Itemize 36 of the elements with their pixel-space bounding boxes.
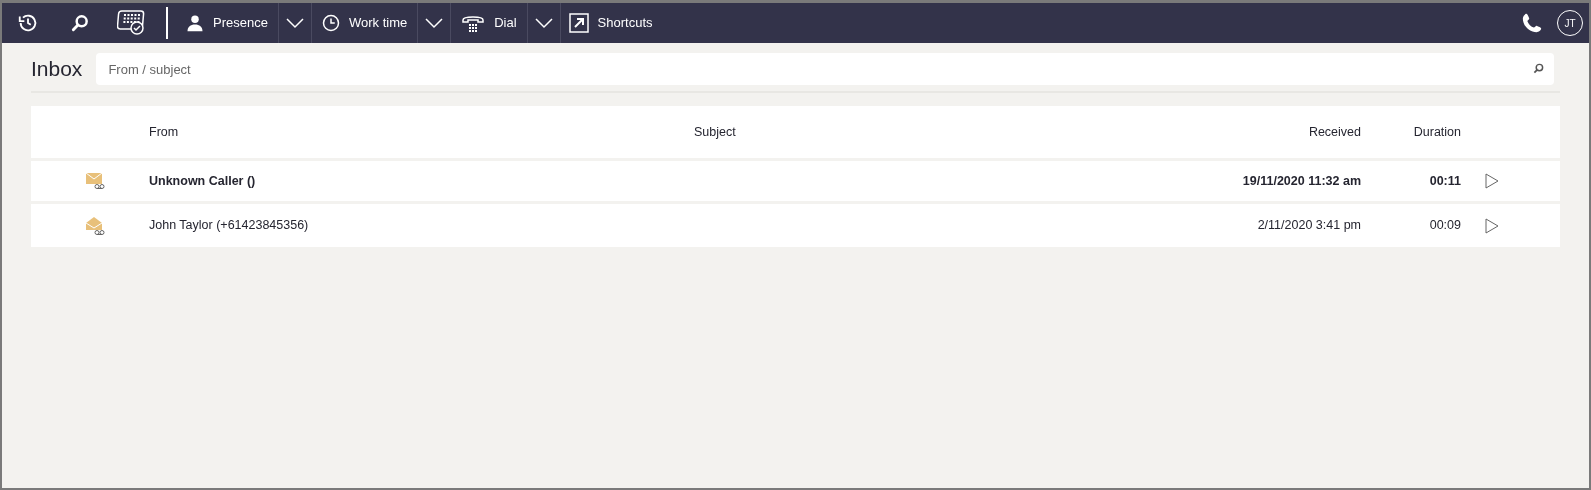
chevron-down-icon (424, 17, 445, 29)
play-icon (1485, 173, 1499, 189)
table-cell-text: 00:11 (1428, 172, 1461, 190)
menu-button[interactable]: Dial (451, 3, 527, 43)
search-icon (70, 13, 90, 33)
search-field[interactable]: From / subject (96, 53, 1554, 85)
table-cell-text: 2/11/2020 3:41 pm (1256, 217, 1361, 235)
table-cell-text: Unknown Caller () (149, 172, 257, 190)
dropdown-button[interactable] (417, 3, 452, 43)
person-icon (186, 14, 204, 32)
table-cell-text: 19/11/2020 11:32 am (1241, 172, 1361, 190)
menu-button[interactable]: Presence (176, 3, 278, 43)
table-cell-text: 00:09 (1428, 217, 1461, 235)
table-cell-text: John Taylor (+61423845356) (149, 217, 310, 235)
shortcut-icon (568, 13, 589, 33)
shortcuts-button[interactable]: Shortcuts (560, 3, 661, 43)
phone-icon (1521, 12, 1543, 34)
voicemail-envelope-icon (85, 172, 105, 190)
keypad-check-icon (117, 9, 147, 37)
history-icon (17, 12, 39, 34)
open-voicemail-envelope-icon (85, 215, 105, 236)
clock-icon (321, 14, 340, 32)
menu-button[interactable]: Work time (311, 3, 418, 43)
page-title: Inbox (31, 56, 83, 83)
column-header: Received (1307, 123, 1361, 141)
dropdown-button[interactable] (277, 3, 312, 43)
chevron-down-icon (284, 17, 305, 29)
chevron-down-icon (533, 17, 554, 29)
dropdown-button[interactable] (526, 3, 561, 43)
column-header: Duration (1412, 123, 1461, 141)
search-icon (1533, 63, 1544, 74)
play-icon (1485, 217, 1499, 234)
play-button[interactable] (1485, 173, 1499, 189)
column-header: From (149, 123, 180, 141)
play-button[interactable] (1485, 217, 1499, 234)
column-header: Subject (694, 123, 737, 141)
